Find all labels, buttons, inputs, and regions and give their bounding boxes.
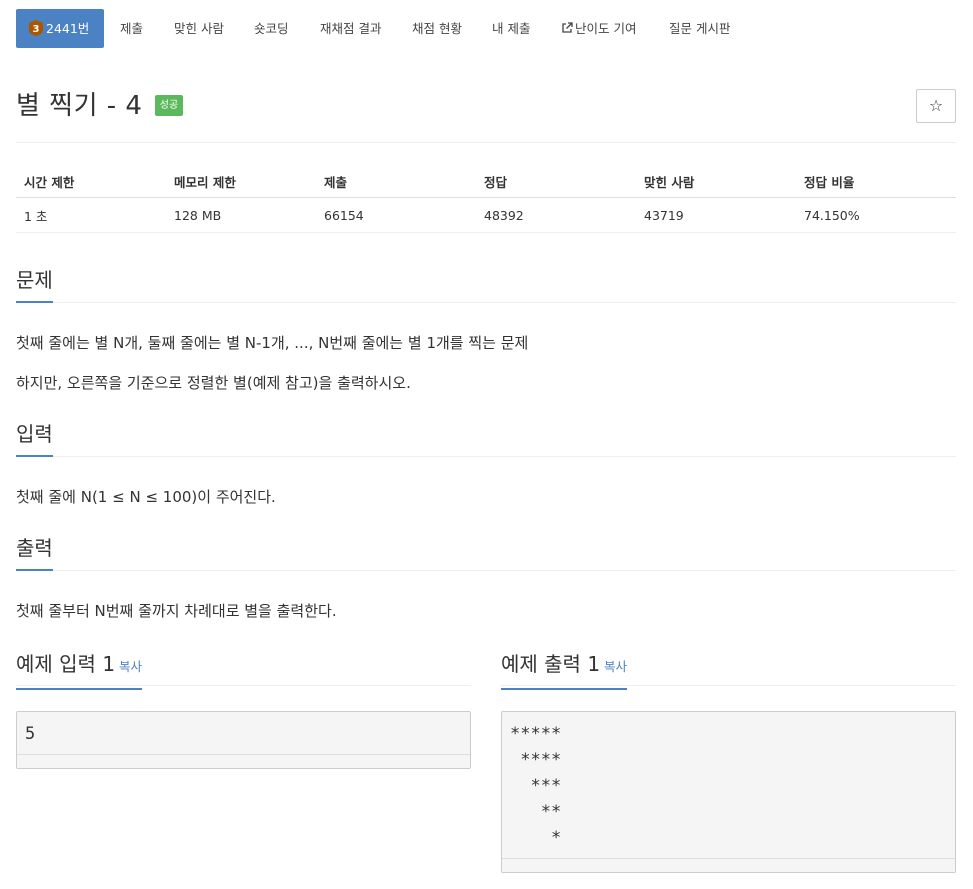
tier-number: 3 (33, 24, 40, 35)
problem-info-table: 시간 제한 메모리 제한 제출 정답 맞힌 사람 정답 비율 1 초 128 M… (16, 165, 956, 233)
tab-label: 내 제출 (492, 21, 531, 36)
table-row: 1 초 128 MB 66154 48392 43719 74.150% (16, 197, 956, 233)
star-icon: ☆ (928, 96, 944, 115)
tab-short-coding[interactable]: 숏코딩 (254, 9, 289, 48)
submissions-value: 66154 (316, 197, 476, 233)
tab-label: 난이도 기여 (575, 21, 637, 36)
tab-problem-number[interactable]: 3 2441번 (16, 9, 105, 48)
section-divider (16, 570, 956, 571)
tab-judge-status[interactable]: 채점 현황 (412, 9, 462, 48)
tab-label: 채점 현황 (412, 21, 462, 36)
tab-my-submissions[interactable]: 내 제출 (492, 9, 530, 48)
description-line-1: 첫째 줄에는 별 N개, 둘째 줄에는 별 N-1개, ..., N번째 줄에는… (16, 334, 529, 352)
description-line-2: 하지만, 오른쪽을 기준으로 정렬한 별(예제 참고)을 출력하시오. (16, 374, 411, 392)
sample-input-box[interactable]: 5 (16, 711, 471, 769)
accept-ratio-value: 74.150% (796, 197, 956, 233)
sample-output-content: ***** **** *** ** * (510, 724, 562, 848)
table-header-row: 시간 제한 메모리 제한 제출 정답 맞힌 사람 정답 비율 (16, 165, 956, 198)
tab-label: 질문 게시판 (669, 21, 731, 36)
solvers-value: 43719 (636, 197, 796, 233)
sample-input-title: 예제 입력 1 복사 (16, 649, 143, 690)
bronze-tier-icon: 3 (29, 20, 43, 36)
output-section-title: 출력 (16, 533, 53, 571)
section-divider (16, 302, 956, 303)
status-badge: 성공 (154, 95, 184, 116)
sample-box-footer (502, 858, 955, 872)
sample-output-label: 예제 출력 1 (501, 652, 601, 676)
tab-label: 2441번 (46, 21, 90, 36)
tab-question-board[interactable]: 질문 게시판 (669, 9, 730, 48)
tab-solvers[interactable]: 맞힌 사람 (174, 9, 224, 48)
problem-title: 별 찍기 - 4 (16, 91, 143, 121)
problem-tab-nav: 3 2441번 제출 맞힌 사람 숏코딩 재채점 결과 채점 현황 내 제출 난… (16, 9, 956, 48)
sample-output-box[interactable]: ***** **** *** ** * (501, 711, 956, 873)
header-accepted: 정답 (476, 165, 636, 198)
sample-input-label: 예제 입력 1 (16, 652, 116, 676)
tab-difficulty-contribution[interactable]: 난이도 기여 (561, 9, 636, 48)
tab-label: 맞힌 사람 (174, 21, 224, 36)
header-submissions: 제출 (316, 165, 476, 198)
sample-box-footer (17, 754, 470, 768)
time-limit-value: 1 초 (16, 197, 166, 233)
tab-label: 재채점 결과 (320, 21, 382, 36)
header-accept-ratio: 정답 비율 (796, 165, 956, 198)
header-time-limit: 시간 제한 (16, 165, 166, 198)
page-title: 별 찍기 - 4 성공 (16, 88, 184, 124)
tab-submit[interactable]: 제출 (120, 9, 143, 48)
tab-label: 제출 (120, 21, 144, 36)
tab-label: 숏코딩 (254, 21, 289, 36)
accepted-value: 48392 (476, 197, 636, 233)
output-description: 첫째 줄부터 N번째 줄까지 차례대로 별을 출력한다. (16, 602, 337, 620)
memory-limit-value: 128 MB (166, 197, 316, 233)
header-memory-limit: 메모리 제한 (166, 165, 316, 198)
section-divider (16, 456, 956, 457)
copy-sample-output-button[interactable]: 복사 (604, 659, 627, 674)
title-divider (16, 142, 956, 143)
input-description: 첫째 줄에 N(1 ≤ N ≤ 100)이 주어진다. (16, 488, 276, 506)
header-solvers: 맞힌 사람 (636, 165, 796, 198)
external-link-icon (562, 22, 573, 33)
tab-rejudge-results[interactable]: 재채점 결과 (320, 9, 381, 48)
sample-input-content: 5 (25, 724, 36, 744)
sample-output-title: 예제 출력 1 복사 (501, 649, 628, 690)
favorite-button[interactable]: ☆ (916, 89, 956, 123)
copy-sample-input-button[interactable]: 복사 (119, 659, 142, 674)
description-section-title: 문제 (16, 265, 53, 303)
input-section-title: 입력 (16, 419, 53, 457)
